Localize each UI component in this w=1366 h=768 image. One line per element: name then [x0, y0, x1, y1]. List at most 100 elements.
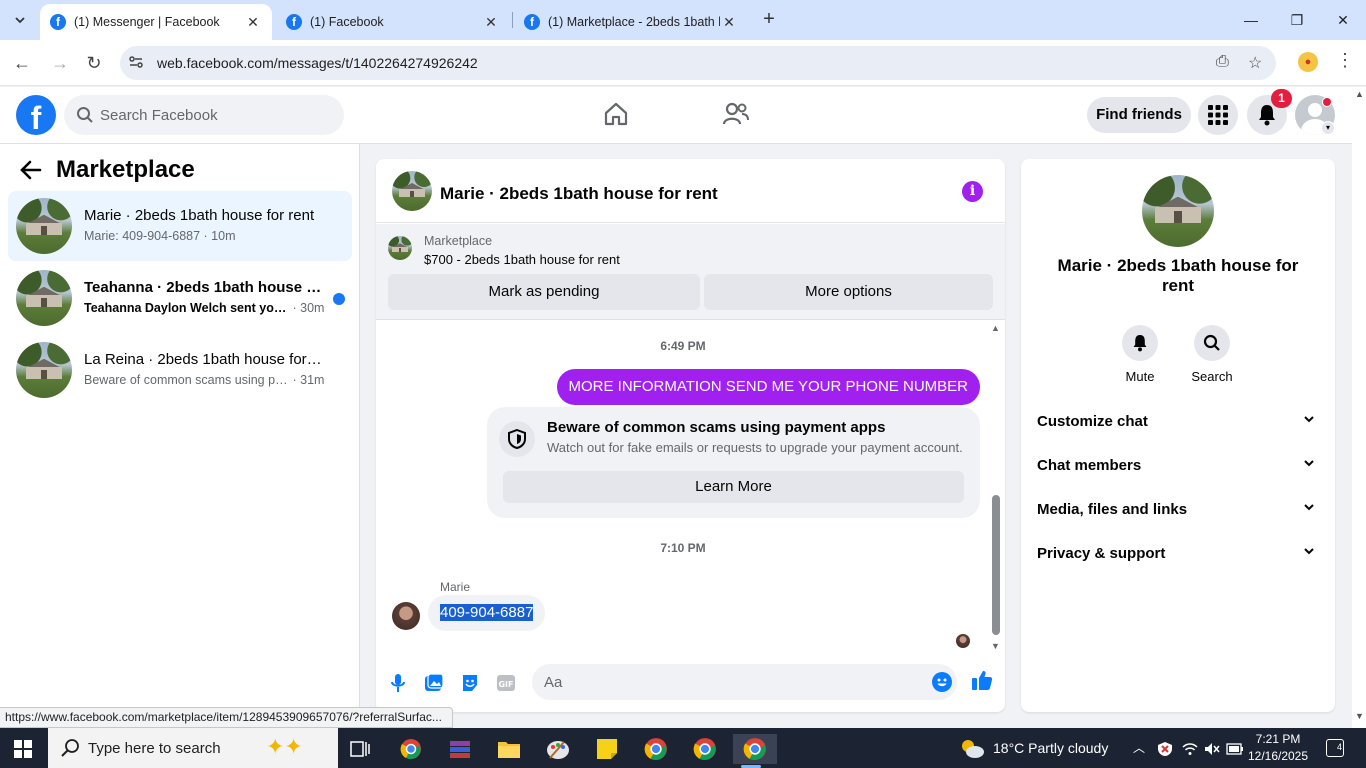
- media-files-links-section[interactable]: Media, files and links: [1037, 489, 1319, 529]
- maximize-window-button[interactable]: ❐: [1274, 6, 1320, 34]
- weather-text[interactable]: 18°C Partly cloudy: [993, 728, 1108, 768]
- weather-icon[interactable]: [958, 728, 986, 768]
- conversation-item[interactable]: Teahanna · 2beds 1bath house fo... Teaha…: [8, 263, 352, 333]
- site-info-icon[interactable]: [128, 54, 144, 73]
- home-icon[interactable]: [603, 101, 629, 130]
- facebook-favicon-icon: f: [524, 14, 540, 30]
- back-arrow-icon[interactable]: [20, 160, 42, 186]
- chrome-profile-icon[interactable]: [687, 734, 723, 764]
- sticker-icon[interactable]: [458, 671, 482, 695]
- message-input[interactable]: [532, 664, 957, 700]
- reload-icon[interactable]: ↻: [82, 51, 106, 75]
- conversation-name: La Reina · 2beds 1bath house for r...: [84, 351, 324, 368]
- tab-label: (1) Messenger | Facebook: [74, 15, 220, 29]
- chat-members-section[interactable]: Chat members: [1037, 445, 1319, 485]
- battery-icon[interactable]: [1226, 728, 1244, 768]
- more-options-button[interactable]: More options: [704, 274, 993, 310]
- show-hidden-icons-icon[interactable]: ︿: [1133, 728, 1145, 768]
- browser-tab-facebook[interactable]: f (1) Facebook ✕: [276, 4, 510, 40]
- back-arrow-icon[interactable]: ←: [10, 51, 34, 75]
- listing-photo[interactable]: [1142, 175, 1214, 247]
- page-scrollbar[interactable]: ▲ ▼: [1352, 87, 1366, 728]
- chrome-profile-icon[interactable]: [638, 734, 674, 764]
- clock-date: 12/16/2025: [1247, 749, 1309, 763]
- scroll-down-icon[interactable]: ▼: [991, 641, 1000, 651]
- tab-label: (1) Facebook: [310, 15, 384, 29]
- install-app-icon[interactable]: ⎙: [1216, 53, 1229, 71]
- photo-icon[interactable]: [422, 671, 446, 695]
- conversation-preview: Beware of common scams using pa... · 31m: [84, 373, 325, 387]
- facebook-logo-icon[interactable]: f: [16, 95, 56, 135]
- find-friends-button[interactable]: Find friends: [1087, 97, 1191, 133]
- listing-thumbnail: [16, 270, 72, 326]
- conversation-item[interactable]: La Reina · 2beds 1bath house for r... Be…: [8, 335, 352, 405]
- chevron-down-icon: [1304, 460, 1314, 467]
- customize-chat-section[interactable]: Customize chat: [1037, 401, 1319, 441]
- chrome-app-icon[interactable]: [393, 734, 429, 764]
- privacy-support-section[interactable]: Privacy & support: [1037, 533, 1319, 573]
- task-view-icon[interactable]: [342, 734, 378, 764]
- friends-icon[interactable]: [722, 101, 750, 130]
- tab-separator: [512, 12, 513, 28]
- paint-app-icon[interactable]: [540, 734, 576, 764]
- close-tab-icon[interactable]: ✕: [720, 14, 738, 31]
- search-in-conversation-button[interactable]: Search: [1182, 325, 1242, 384]
- url-text[interactable]: web.facebook.com/messages/t/140226427492…: [157, 55, 478, 71]
- file-explorer-icon[interactable]: [491, 734, 527, 764]
- menu-button[interactable]: [1198, 95, 1238, 135]
- speaker-muted-icon[interactable]: [1204, 728, 1220, 768]
- winrar-app-icon[interactable]: [442, 734, 478, 764]
- address-bar[interactable]: web.facebook.com/messages/t/140226427492…: [120, 46, 1276, 80]
- close-tab-icon[interactable]: ✕: [482, 14, 500, 31]
- close-tab-icon[interactable]: ✕: [244, 14, 262, 31]
- mark-as-pending-button[interactable]: Mark as pending: [388, 274, 700, 310]
- learn-more-button[interactable]: Learn More: [503, 471, 964, 503]
- listing-thumbnail[interactable]: [388, 236, 412, 260]
- info-icon[interactable]: i: [962, 181, 983, 202]
- thumbs-up-icon[interactable]: [971, 669, 993, 697]
- chat-thumbnail[interactable]: [392, 171, 432, 211]
- new-tab-button[interactable]: +: [758, 8, 780, 30]
- bookmark-star-icon[interactable]: ☆: [1248, 53, 1262, 73]
- chat-title[interactable]: Marie · 2beds 1bath house for rent: [440, 184, 718, 204]
- message-timestamp: 6:49 PM: [660, 339, 706, 353]
- scroll-up-icon[interactable]: ▲: [991, 323, 1000, 333]
- taskbar-search-box[interactable]: Type here to search ✦✦: [48, 728, 338, 768]
- browser-tab-marketplace[interactable]: f (1) Marketplace - 2beds 1bath h ✕: [514, 4, 748, 40]
- tab-search-dropdown[interactable]: [8, 8, 32, 32]
- browser-tab-messenger[interactable]: f (1) Messenger | Facebook ✕: [40, 4, 272, 40]
- notification-center-icon[interactable]: 4: [1326, 739, 1344, 757]
- security-alert-icon[interactable]: [1157, 728, 1173, 768]
- chevron-down-icon[interactable]: ▾: [1321, 121, 1335, 135]
- facebook-search-box[interactable]: [64, 95, 344, 135]
- scroll-down-icon[interactable]: ▼: [1355, 711, 1364, 721]
- selected-text[interactable]: 409-904-6887: [440, 604, 534, 621]
- close-window-button[interactable]: ✕: [1320, 6, 1366, 34]
- scroll-up-icon[interactable]: ▲: [1355, 89, 1364, 99]
- windows-start-icon[interactable]: [14, 740, 32, 758]
- conversation-item[interactable]: Marie · 2beds 1bath house for rent Marie…: [8, 191, 352, 261]
- message-scrollbar[interactable]: ▲ ▼: [989, 323, 1003, 653]
- forward-arrow-icon[interactable]: →: [48, 51, 72, 75]
- chrome-active-icon[interactable]: [733, 734, 777, 768]
- outgoing-message[interactable]: MORE INFORMATION SEND ME YOUR PHONE NUMB…: [556, 369, 980, 405]
- wifi-icon[interactable]: [1182, 728, 1198, 768]
- browser-toolbar: ← → ↻ web.facebook.com/messages/t/140226…: [0, 40, 1366, 86]
- taskbar-clock[interactable]: 7:21 PM 12/16/2025: [1246, 731, 1310, 765]
- sender-avatar[interactable]: [392, 602, 420, 630]
- listing-title[interactable]: $700 - 2beds 1bath house for rent: [424, 252, 620, 267]
- sticky-notes-icon[interactable]: [589, 734, 625, 764]
- browser-menu-icon[interactable]: ⋮: [1336, 50, 1354, 71]
- incoming-message[interactable]: 409-904-6887: [428, 595, 546, 631]
- gif-icon[interactable]: GIF: [494, 671, 518, 695]
- emoji-icon[interactable]: [932, 672, 952, 692]
- microphone-icon[interactable]: [386, 671, 410, 695]
- message-list[interactable]: 6:49 PM MORE INFORMATION SEND ME YOUR PH…: [376, 323, 1005, 653]
- conversation-preview: Marie: 409-904-6887 · 10m: [84, 229, 236, 243]
- chat-window: Marie · 2beds 1bath house for rent i Mar…: [376, 159, 1005, 712]
- search-input[interactable]: [100, 95, 330, 135]
- minimize-window-button[interactable]: —: [1228, 6, 1274, 34]
- scrollbar-thumb[interactable]: [992, 495, 1000, 635]
- mute-button[interactable]: Mute: [1110, 325, 1170, 384]
- extension-icon[interactable]: ●: [1298, 52, 1318, 72]
